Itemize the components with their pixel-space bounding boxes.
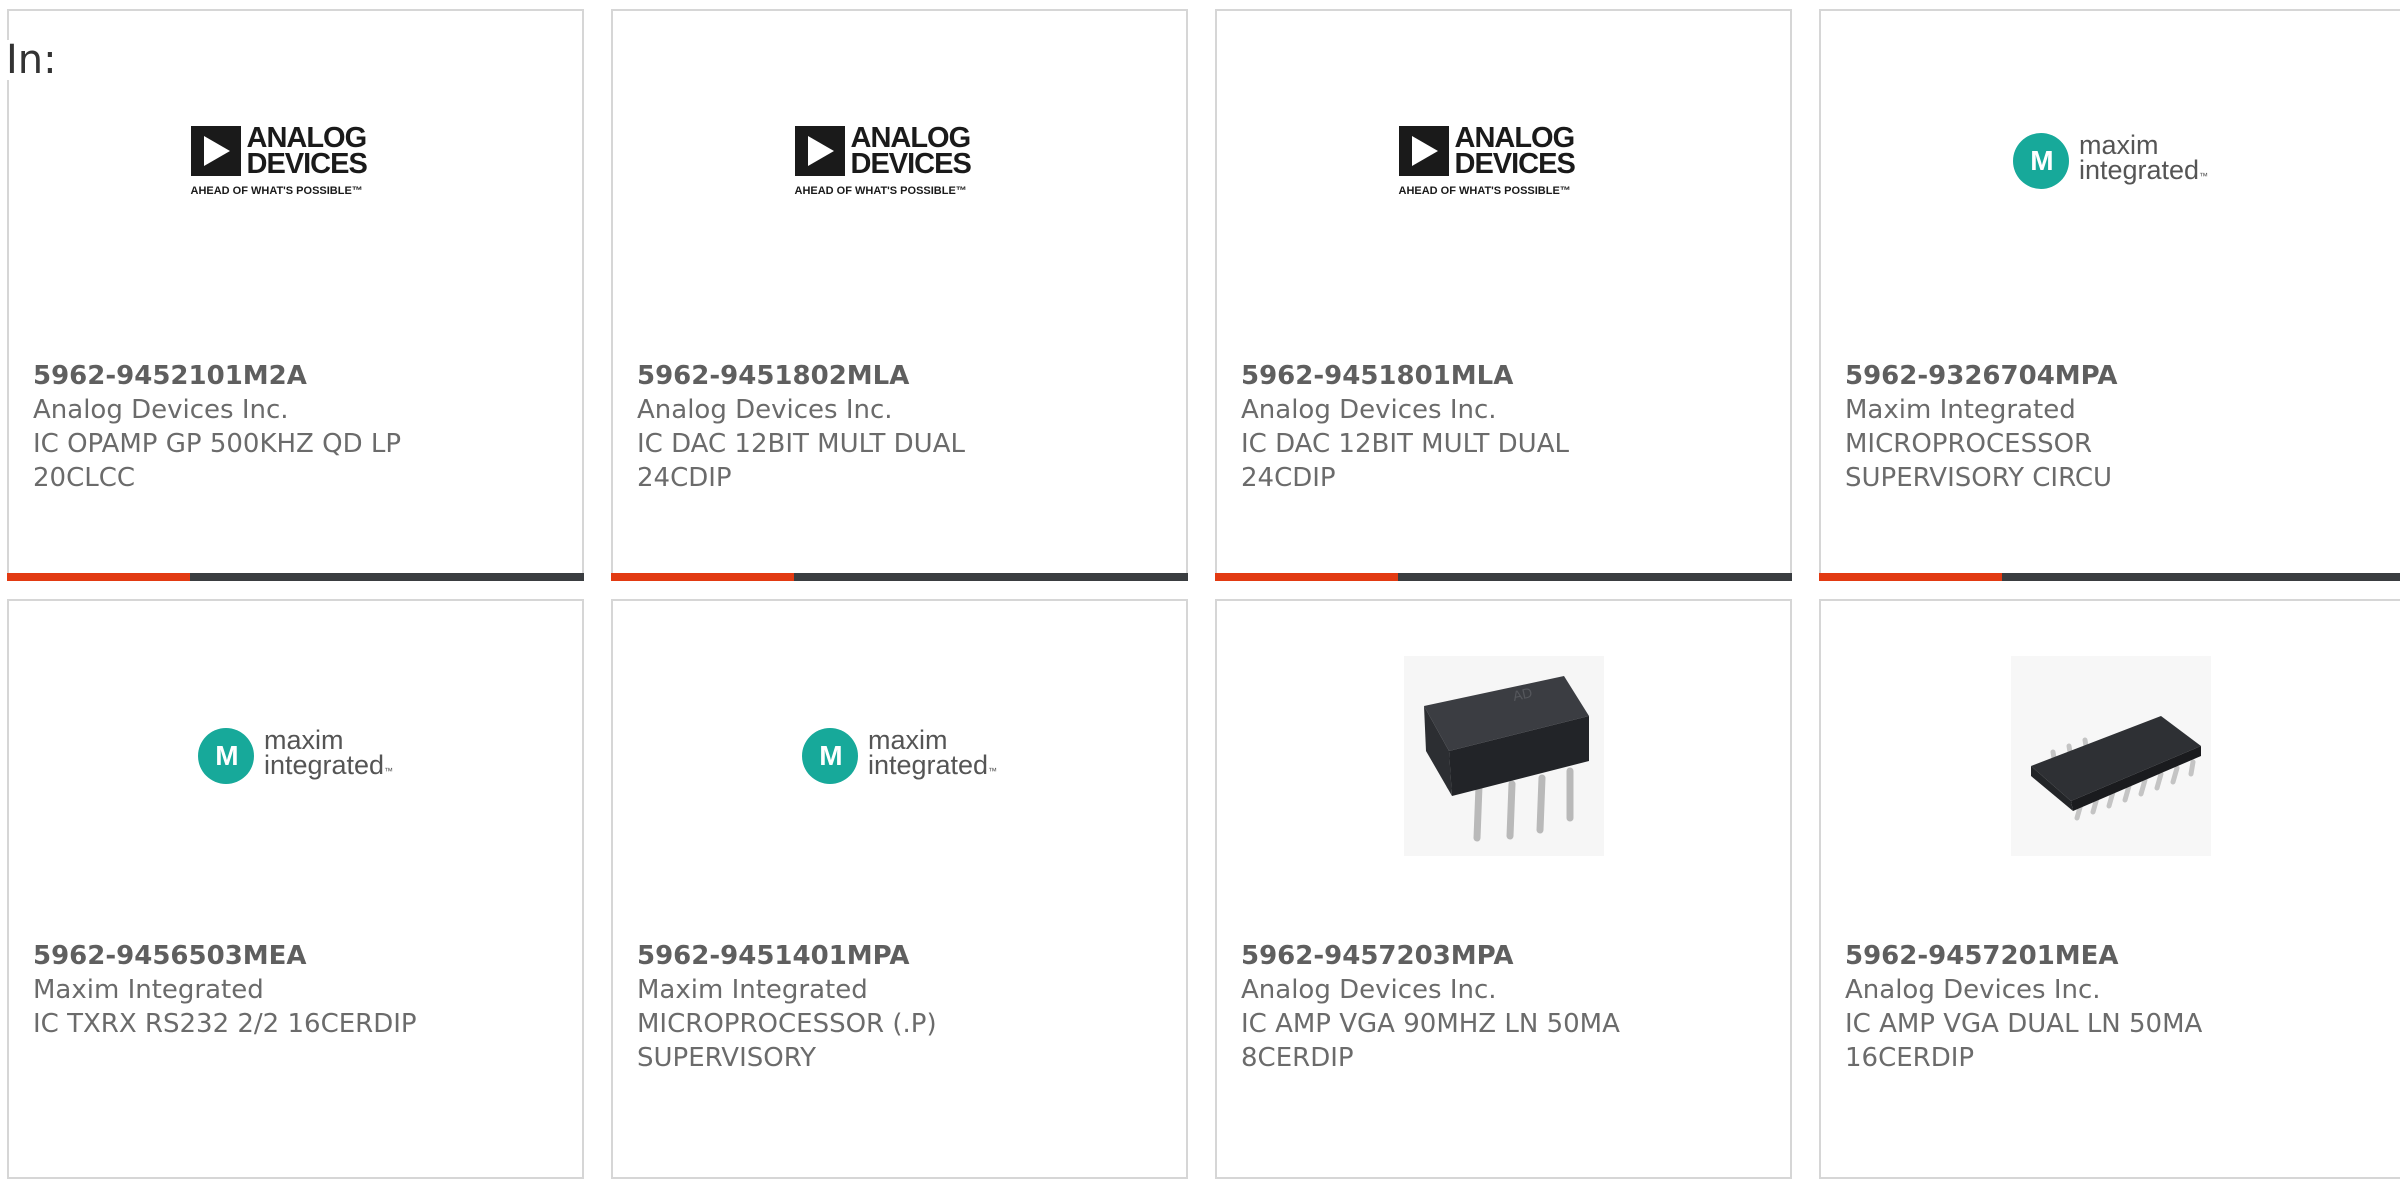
accent-bar xyxy=(1215,573,1398,581)
analog-devices-logo: ANALOG DEVICES AHEAD OF WHAT'S POSSIBLE™ xyxy=(1398,124,1609,197)
part-number-link[interactable]: 5962-9457203MPA xyxy=(1241,939,1770,973)
accent-bar xyxy=(7,573,190,581)
filter-label: In: xyxy=(6,37,57,83)
part-number-link[interactable]: 5962-9452101M2A xyxy=(33,359,562,393)
maxim-logo: M maxim integrated™ xyxy=(801,727,997,784)
product-image[interactable]: ANALOG DEVICES AHEAD OF WHAT'S POSSIBLE™ xyxy=(613,11,1186,311)
description: IC DAC 12BIT MULT DUAL 24CDIP xyxy=(637,429,965,493)
play-triangle-icon xyxy=(190,126,241,176)
product-image[interactable] xyxy=(1821,601,2400,911)
logo-word: DEVICES xyxy=(1454,148,1576,180)
card-bottom-bar xyxy=(7,573,584,581)
part-number-link[interactable]: 5962-9457201MEA xyxy=(1845,939,2380,973)
product-card[interactable]: M maxim integrated™ 5962-9326704MPA Maxi… xyxy=(1819,9,2400,581)
logo-word: DEVICES xyxy=(850,148,972,180)
product-image[interactable]: ANALOG DEVICES AHEAD OF WHAT'S POSSIBLE™ xyxy=(9,11,582,311)
accent-bar xyxy=(1819,573,2002,581)
description: IC DAC 12BIT MULT DUAL 24CDIP xyxy=(1241,429,1569,493)
product-image[interactable]: M maxim integrated™ xyxy=(9,601,582,911)
manufacturer: Analog Devices Inc. xyxy=(1845,975,2101,1005)
card-bottom-bar xyxy=(1819,573,2400,581)
manufacturer: Analog Devices Inc. xyxy=(33,395,289,425)
product-grid: ANALOG DEVICES AHEAD OF WHAT'S POSSIBLE™… xyxy=(0,0,2400,1179)
maxim-mark-icon: M xyxy=(801,728,858,784)
product-card[interactable]: 5962-9457201MEA Analog Devices Inc. IC A… xyxy=(1819,599,2400,1179)
logo-word: integrated xyxy=(2078,155,2200,185)
soic-chip-photo xyxy=(2010,656,2211,856)
part-number-link[interactable]: 5962-9451801MLA xyxy=(1241,359,1770,393)
product-card[interactable]: ANALOG DEVICES AHEAD OF WHAT'S POSSIBLE™… xyxy=(611,9,1188,581)
play-triangle-icon xyxy=(794,126,845,176)
part-number-link[interactable]: 5962-9456503MEA xyxy=(33,939,562,973)
manufacturer: Analog Devices Inc. xyxy=(1241,395,1497,425)
manufacturer: Analog Devices Inc. xyxy=(637,395,893,425)
manufacturer: Maxim Integrated xyxy=(1845,395,2076,425)
product-card[interactable]: M maxim integrated™ 5962-9456503MEA Maxi… xyxy=(7,599,584,1179)
logo-tagline: AHEAD OF WHAT'S POSSIBLE™ xyxy=(794,185,967,197)
description: MICROPROCESSOR (.P) SUPERVISORY xyxy=(637,1009,937,1073)
logo-word: DEVICES xyxy=(246,148,368,180)
description: MICROPROCESSOR SUPERVISORY CIRCU xyxy=(1845,429,2113,493)
analog-devices-logo: ANALOG DEVICES AHEAD OF WHAT'S POSSIBLE™ xyxy=(794,124,1005,197)
part-number-link[interactable]: 5962-9326704MPA xyxy=(1845,359,2380,393)
product-card[interactable]: ANALOG DEVICES AHEAD OF WHAT'S POSSIBLE™… xyxy=(7,9,584,581)
product-card[interactable]: M maxim integrated™ 5962-9451401MPA Maxi… xyxy=(611,599,1188,1179)
description: IC OPAMP GP 500KHZ QD LP 20CLCC xyxy=(33,429,402,493)
play-triangle-icon xyxy=(1398,126,1449,176)
manufacturer: Maxim Integrated xyxy=(33,975,264,1005)
product-image[interactable]: AD xyxy=(1217,601,1790,911)
part-number-link[interactable]: 5962-9451401MPA xyxy=(637,939,1166,973)
product-image[interactable]: M maxim integrated™ xyxy=(1821,11,2400,311)
product-card[interactable]: AD 5962-9457203MPA Analog Devices Inc. I… xyxy=(1215,599,1792,1179)
description: IC TXRX RS232 2/2 16CERDIP xyxy=(33,1009,417,1039)
maxim-mark-icon: M xyxy=(197,728,254,784)
manufacturer: Analog Devices Inc. xyxy=(1241,975,1497,1005)
logo-word: integrated xyxy=(263,750,385,780)
product-image[interactable]: M maxim integrated™ xyxy=(613,601,1186,911)
logo-word: integrated xyxy=(867,750,989,780)
product-card[interactable]: ANALOG DEVICES AHEAD OF WHAT'S POSSIBLE™… xyxy=(1215,9,1792,581)
description: IC AMP VGA DUAL LN 50MA 16CERDIP xyxy=(1845,1009,2203,1073)
analog-devices-logo: ANALOG DEVICES AHEAD OF WHAT'S POSSIBLE™ xyxy=(190,124,401,197)
maxim-mark-icon: M xyxy=(2012,133,2069,189)
card-bottom-bar xyxy=(611,573,1188,581)
part-number-link[interactable]: 5962-9451802MLA xyxy=(637,359,1166,393)
manufacturer: Maxim Integrated xyxy=(637,975,868,1005)
cerdip-chip-photo: AD xyxy=(1403,656,1604,856)
description: IC AMP VGA 90MHZ LN 50MA 8CERDIP xyxy=(1241,1009,1620,1073)
logo-tagline: AHEAD OF WHAT'S POSSIBLE™ xyxy=(190,185,363,197)
maxim-logo: M maxim integrated™ xyxy=(2012,132,2208,189)
logo-tagline: AHEAD OF WHAT'S POSSIBLE™ xyxy=(1398,185,1571,197)
accent-bar xyxy=(611,573,794,581)
product-image[interactable]: ANALOG DEVICES AHEAD OF WHAT'S POSSIBLE™ xyxy=(1217,11,1790,311)
maxim-logo: M maxim integrated™ xyxy=(197,727,393,784)
card-bottom-bar xyxy=(1215,573,1792,581)
